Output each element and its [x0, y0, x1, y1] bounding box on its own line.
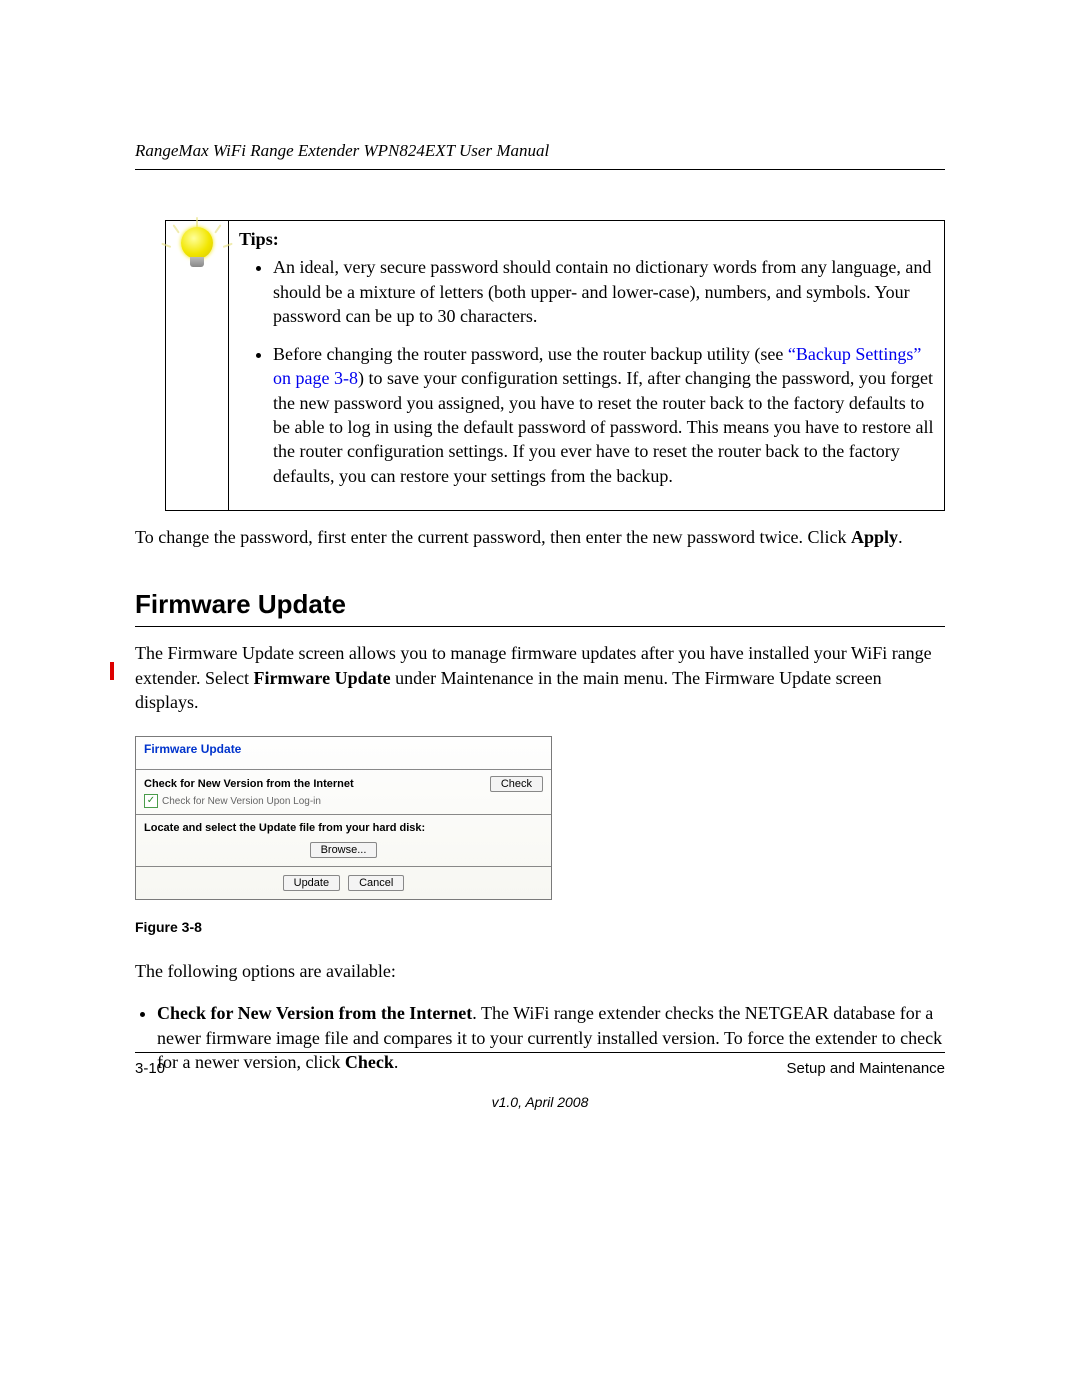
- change-password-paragraph: To change the password, first enter the …: [135, 525, 945, 549]
- page-number: 3-10: [135, 1059, 165, 1079]
- tip-item-2: Before changing the router password, use…: [273, 342, 934, 488]
- opt1-bold: Check for New Version from the Internet: [157, 1003, 472, 1023]
- figure-caption: Figure 3-8: [135, 918, 945, 937]
- update-button[interactable]: Update: [283, 875, 340, 891]
- tip1-text: An ideal, very secure password should co…: [273, 257, 931, 326]
- tips-label: Tips:: [239, 227, 934, 251]
- cancel-button[interactable]: Cancel: [348, 875, 404, 891]
- tip-item-1: An ideal, very secure password should co…: [273, 255, 934, 328]
- apply-bold: Apply: [851, 527, 898, 547]
- change-pw-after: .: [898, 527, 903, 547]
- change-pw-text: To change the password, first enter the …: [135, 527, 851, 547]
- manual-page: RangeMax WiFi Range Extender WPN824EXT U…: [0, 0, 1080, 1397]
- page-footer: 3-10 Setup and Maintenance v1.0, April 2…: [135, 1052, 945, 1112]
- check-row-label: Check for New Version from the Internet: [144, 777, 354, 792]
- panel-title: Firmware Update: [136, 737, 551, 770]
- browse-button[interactable]: Browse...: [310, 842, 378, 858]
- header-rule: [135, 169, 945, 170]
- revision-change-bar: [110, 662, 114, 680]
- firmware-update-panel: Firmware Update Check for New Version fr…: [135, 736, 552, 900]
- options-intro: The following options are available:: [135, 959, 945, 983]
- doc-version: v1.0, April 2008: [135, 1093, 945, 1112]
- check-button[interactable]: Check: [490, 776, 543, 792]
- tips-box: Tips: An ideal, very secure password sho…: [165, 220, 945, 511]
- tip2-after: ) to save your configuration settings. I…: [273, 368, 934, 485]
- section-rule: [135, 626, 945, 627]
- check-on-login-label: Check for New Version Upon Log-in: [162, 795, 321, 809]
- firmware-intro-paragraph: The Firmware Update screen allows you to…: [135, 641, 945, 714]
- tips-icon-cell: [166, 221, 229, 510]
- fw-p1b: Firmware Update: [253, 668, 390, 688]
- panel-check-row: Check for New Version from the Internet …: [136, 770, 551, 794]
- panel-sub-row: ✓ Check for New Version Upon Log-in: [136, 794, 551, 815]
- tips-content: Tips: An ideal, very secure password sho…: [229, 221, 944, 510]
- check-on-login-checkbox[interactable]: ✓: [144, 794, 158, 808]
- running-header: RangeMax WiFi Range Extender WPN824EXT U…: [135, 140, 945, 163]
- locate-label: Locate and select the Update file from y…: [136, 815, 551, 838]
- section-name: Setup and Maintenance: [787, 1059, 945, 1079]
- tip2-before: Before changing the router password, use…: [273, 344, 788, 364]
- lightbulb-icon: [172, 225, 222, 280]
- section-heading-firmware-update: Firmware Update: [135, 587, 945, 622]
